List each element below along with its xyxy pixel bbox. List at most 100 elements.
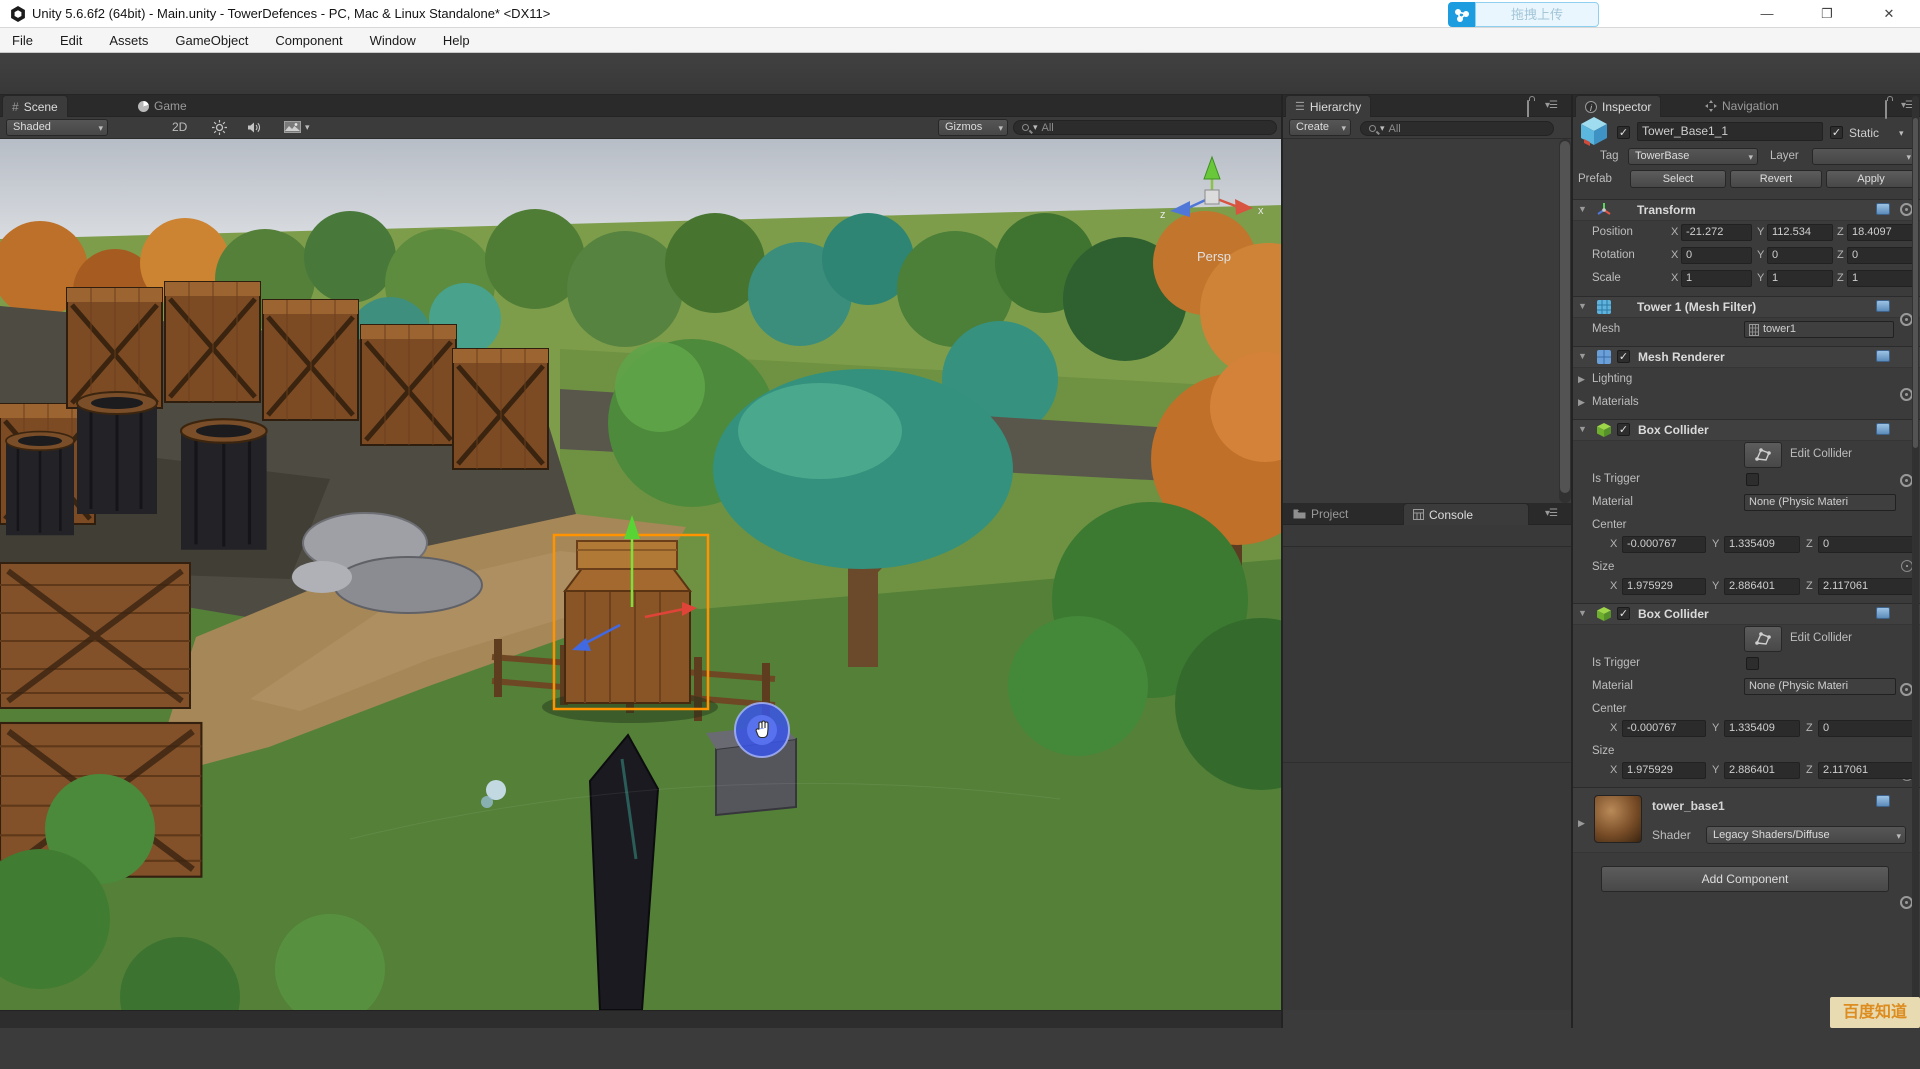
material-preview-thumbnail[interactable] <box>1594 795 1642 843</box>
hierarchy-scrollbar[interactable] <box>1559 139 1571 503</box>
foldout-icon[interactable]: ▶ <box>1578 397 1585 408</box>
tab-hierarchy[interactable]: ☰ Hierarchy <box>1285 95 1371 117</box>
prefab-select-button[interactable]: Select <box>1630 170 1726 188</box>
help-icon[interactable] <box>1876 423 1890 435</box>
menu-help[interactable]: Help <box>443 33 470 48</box>
lighting-foldout[interactable]: Lighting <box>1592 373 1632 385</box>
position-z-field[interactable]: 18.4097 <box>1847 224 1916 241</box>
2d-toggle[interactable]: 2D <box>172 120 187 134</box>
size-z-field[interactable]: 2.117061 <box>1818 762 1916 779</box>
tab-scene[interactable]: # Scene <box>2 95 68 117</box>
prefab-revert-button[interactable]: Revert <box>1730 170 1822 188</box>
size-y-field[interactable]: 2.886401 <box>1724 578 1800 595</box>
tab-project[interactable]: Project <box>1287 503 1354 525</box>
position-y-field[interactable]: 112.534 <box>1767 224 1833 241</box>
tab-inspector[interactable]: i Inspector <box>1575 95 1661 117</box>
prefab-apply-button[interactable]: Apply <box>1826 170 1916 188</box>
foldout-icon[interactable]: ▼ <box>1578 351 1587 361</box>
audio-toggle[interactable] <box>246 120 261 140</box>
panel-menu-icon[interactable]: ▾☰ <box>1545 100 1557 111</box>
hierarchy-search-input[interactable]: ▾ All <box>1360 121 1554 136</box>
panel-menu-icon[interactable]: ▾☰ <box>1545 508 1557 519</box>
menu-window[interactable]: Window <box>370 33 416 48</box>
scene-viewport[interactable]: x z Persp <box>0 139 1283 1010</box>
scale-x-field[interactable]: 1 <box>1681 270 1752 287</box>
collider-enabled-checkbox[interactable]: ✓ <box>1617 423 1630 436</box>
tag-dropdown[interactable]: TowerBase▾ <box>1628 148 1758 165</box>
static-dropdown-icon[interactable]: ▾ <box>1899 128 1904 139</box>
foldout-icon[interactable]: ▼ <box>1578 301 1587 311</box>
prefab-cube-icon <box>1578 115 1610 147</box>
tab-navigation[interactable]: Navigation <box>1699 95 1785 117</box>
help-icon[interactable] <box>1876 203 1890 215</box>
size-x-field[interactable]: 1.975929 <box>1622 578 1706 595</box>
mesh-object-field[interactable]: tower1 <box>1744 321 1894 338</box>
rotation-y-field[interactable]: 0 <box>1767 247 1833 264</box>
physic-material-field[interactable]: None (Physic Materi <box>1744 678 1896 695</box>
shader-dropdown[interactable]: Legacy Shaders/Diffuse▾ <box>1706 826 1906 844</box>
collider-enabled-checkbox[interactable]: ✓ <box>1617 607 1630 620</box>
help-icon[interactable] <box>1876 607 1890 619</box>
inspector-scrollbar[interactable] <box>1912 96 1919 1026</box>
menu-assets[interactable]: Assets <box>109 33 148 48</box>
physic-material-field[interactable]: None (Physic Materi <box>1744 494 1896 511</box>
foldout-icon[interactable]: ▼ <box>1578 608 1587 618</box>
size-z-field[interactable]: 2.117061 <box>1818 578 1916 595</box>
help-icon[interactable] <box>1876 795 1890 807</box>
foldout-icon[interactable]: ▶ <box>1578 374 1585 385</box>
static-checkbox[interactable]: ✓ <box>1830 126 1843 139</box>
center-z-field[interactable]: 0 <box>1818 536 1916 553</box>
create-dropdown[interactable]: Create▾ <box>1289 119 1351 136</box>
foldout-icon[interactable]: ▼ <box>1578 204 1587 214</box>
menu-component[interactable]: Component <box>275 33 342 48</box>
scale-z-field[interactable]: 1 <box>1847 270 1916 287</box>
edit-collider-button[interactable] <box>1744 626 1782 652</box>
rotation-z-field[interactable]: 0 <box>1847 247 1916 264</box>
size-x-field[interactable]: 1.975929 <box>1622 762 1706 779</box>
menu-file[interactable]: File <box>12 33 33 48</box>
rotation-x-field[interactable]: 0 <box>1681 247 1752 264</box>
tab-game[interactable]: Game <box>132 95 193 117</box>
size-label: Size <box>1592 745 1614 757</box>
minimize-button[interactable]: — <box>1738 0 1796 28</box>
center-x-field[interactable]: -0.000767 <box>1622 536 1706 553</box>
scene-search-input[interactable]: ▾ All <box>1013 120 1277 135</box>
is-trigger-checkbox[interactable] <box>1746 657 1759 670</box>
add-component-button[interactable]: Add Component <box>1601 866 1889 892</box>
perspective-label[interactable]: Persp <box>1172 249 1256 264</box>
center-y-field[interactable]: 1.335409 <box>1724 536 1800 553</box>
console-log-area[interactable] <box>1283 547 1573 1010</box>
foldout-icon[interactable]: ▼ <box>1578 424 1587 434</box>
active-checkbox[interactable]: ✓ <box>1617 126 1630 139</box>
is-trigger-checkbox[interactable] <box>1746 473 1759 486</box>
maximize-button[interactable]: ❐ <box>1798 0 1856 28</box>
cloud-upload-icon[interactable] <box>1448 2 1475 27</box>
foldout-icon[interactable]: ▶ <box>1578 818 1585 829</box>
center-z-field[interactable]: 0 <box>1818 720 1916 737</box>
size-y-field[interactable]: 2.886401 <box>1724 762 1800 779</box>
transform-header[interactable] <box>1573 199 1920 221</box>
menu-gameobject[interactable]: GameObject <box>175 33 248 48</box>
gameobject-name-field[interactable]: Tower_Base1_1 <box>1637 122 1823 141</box>
scale-y-field[interactable]: 1 <box>1767 270 1833 287</box>
tab-console[interactable]: Console <box>1403 503 1529 525</box>
upload-badge[interactable]: 拖拽上传 <box>1475 2 1599 27</box>
materials-foldout[interactable]: Materials <box>1592 396 1639 408</box>
position-x-field[interactable]: -21.272 <box>1681 224 1752 241</box>
shading-mode-dropdown[interactable]: Shaded▾ <box>6 119 108 136</box>
effects-dropdown[interactable]: ▾ <box>284 121 310 133</box>
help-icon[interactable] <box>1876 300 1890 312</box>
mesh-renderer-enabled-checkbox[interactable]: ✓ <box>1617 350 1630 363</box>
close-button[interactable]: ✕ <box>1858 0 1920 28</box>
gizmos-dropdown[interactable]: Gizmos▾ <box>938 119 1008 136</box>
center-y-field[interactable]: 1.335409 <box>1724 720 1800 737</box>
lock-icon[interactable] <box>1885 100 1887 119</box>
help-icon[interactable] <box>1876 350 1890 362</box>
layer-dropdown[interactable]: ▾ <box>1812 148 1916 165</box>
hierarchy-toolbar: Create▾ ▾ All <box>1283 117 1573 139</box>
edit-collider-button[interactable] <box>1744 442 1782 468</box>
center-x-field[interactable]: -0.000767 <box>1622 720 1706 737</box>
menu-edit[interactable]: Edit <box>60 33 82 48</box>
size-label: Size <box>1592 561 1614 573</box>
lighting-toggle[interactable] <box>212 120 227 140</box>
